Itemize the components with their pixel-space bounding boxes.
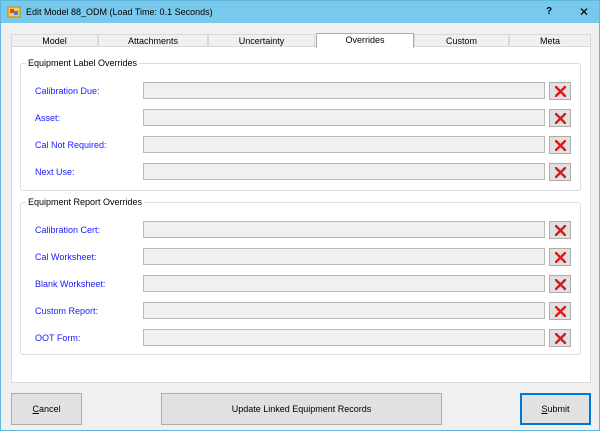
override-row: Asset: bbox=[21, 109, 582, 127]
edit-model-dialog: Edit Model 88_ODM (Load Time: 0.1 Second… bbox=[0, 0, 600, 431]
red-x-icon bbox=[555, 113, 566, 124]
red-x-icon bbox=[555, 167, 566, 178]
red-x-icon bbox=[555, 140, 566, 151]
calibration-cert-field[interactable] bbox=[143, 221, 545, 238]
override-row: Calibration Cert: bbox=[21, 221, 582, 239]
override-row: Cal Not Required: bbox=[21, 136, 582, 154]
blank-worksheet-field[interactable] bbox=[143, 275, 545, 292]
field-label: OOT Form: bbox=[35, 333, 81, 343]
submit-button[interactable]: Submit bbox=[520, 393, 591, 425]
oot-form-field[interactable] bbox=[143, 329, 545, 346]
cal-worksheet-field[interactable] bbox=[143, 248, 545, 265]
override-row: Blank Worksheet: bbox=[21, 275, 582, 293]
group-title: Equipment Label Overrides bbox=[26, 58, 140, 68]
clear-button[interactable] bbox=[549, 275, 571, 293]
equipment-report-overrides-group: Equipment Report Overrides Calibration C… bbox=[20, 197, 582, 355]
clear-button[interactable] bbox=[549, 248, 571, 266]
red-x-icon bbox=[555, 225, 566, 236]
calibration-due-field[interactable] bbox=[143, 82, 545, 99]
cancel-label: ancel bbox=[38, 404, 61, 414]
red-x-icon bbox=[555, 252, 566, 263]
clear-button[interactable] bbox=[549, 163, 571, 181]
field-label: Calibration Cert: bbox=[35, 225, 101, 235]
update-linked-equipment-button[interactable]: Update Linked Equipment Records bbox=[161, 393, 442, 425]
red-x-icon bbox=[555, 306, 566, 317]
red-x-icon bbox=[555, 279, 566, 290]
override-row: Calibration Due: bbox=[21, 82, 582, 100]
red-x-icon bbox=[555, 333, 566, 344]
field-label: Next Use: bbox=[35, 167, 75, 177]
override-row: Cal Worksheet: bbox=[21, 248, 582, 266]
override-row: Next Use: bbox=[21, 163, 582, 181]
help-button[interactable]: ? bbox=[538, 1, 560, 23]
field-label: Asset: bbox=[35, 113, 61, 123]
field-label: Calibration Due: bbox=[35, 86, 100, 96]
clear-button[interactable] bbox=[549, 221, 571, 239]
field-label: Cal Worksheet: bbox=[35, 252, 97, 262]
window-title: Edit Model 88_ODM (Load Time: 0.1 Second… bbox=[26, 7, 213, 17]
cal-not-required-field[interactable] bbox=[143, 136, 545, 153]
override-row: Custom Report: bbox=[21, 302, 582, 320]
cancel-button[interactable]: Cancel bbox=[11, 393, 82, 425]
clear-button[interactable] bbox=[549, 109, 571, 127]
custom-report-field[interactable] bbox=[143, 302, 545, 319]
app-icon bbox=[7, 5, 21, 19]
clear-button[interactable] bbox=[549, 329, 571, 347]
group-title: Equipment Report Overrides bbox=[26, 197, 145, 207]
clear-button[interactable] bbox=[549, 136, 571, 154]
title-bar: Edit Model 88_ODM (Load Time: 0.1 Second… bbox=[1, 1, 599, 23]
field-label: Custom Report: bbox=[35, 306, 99, 316]
submit-label: ubmit bbox=[547, 404, 570, 414]
red-x-icon bbox=[555, 86, 566, 97]
field-label: Cal Not Required: bbox=[35, 140, 107, 150]
equipment-label-overrides-group: Equipment Label Overrides Calibration Du… bbox=[20, 58, 582, 191]
clear-button[interactable] bbox=[549, 302, 571, 320]
close-button[interactable]: ✕ bbox=[569, 1, 599, 23]
field-label: Blank Worksheet: bbox=[35, 279, 106, 289]
clear-button[interactable] bbox=[549, 82, 571, 100]
overrides-panel: Equipment Label Overrides Calibration Du… bbox=[11, 46, 591, 383]
next-use-field[interactable] bbox=[143, 163, 545, 180]
override-row: OOT Form: bbox=[21, 329, 582, 347]
tab-overrides[interactable]: Overrides bbox=[316, 33, 414, 48]
asset-field[interactable] bbox=[143, 109, 545, 126]
